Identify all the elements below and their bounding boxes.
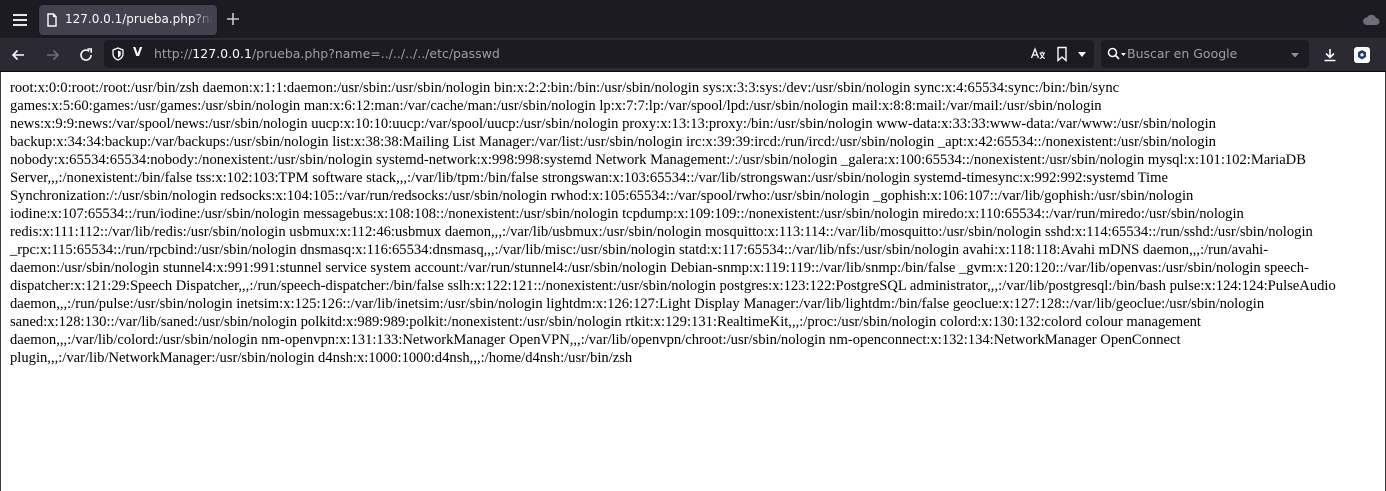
arrow-right-icon[interactable] [39,42,67,68]
search-input[interactable]: Buscar en Google [1127,46,1237,61]
chevron-down-icon[interactable] [1289,48,1301,60]
plus-icon[interactable] [222,8,244,30]
tab-title: 127.0.0.1/prueba.php?name=../../../../et… [65,12,213,26]
navigation-toolbar: V http://127.0.0.1/prueba.php?name=../..… [0,38,1386,72]
tab-active[interactable]: 127.0.0.1/prueba.php?name=../../../../et… [39,5,217,35]
url-host: 127.0.0.1 [192,46,252,61]
search-bar[interactable]: Buscar en Google [1101,40,1309,68]
passwd-line: games:x:5:60:games:/usr/games:/usr/sbin/… [10,98,1102,114]
tab-bar: 127.0.0.1/prueba.php?name=../../../../et… [0,0,1386,38]
chevron-down-icon[interactable] [1075,46,1089,62]
passwd-line: stunnel4:x:991:991:stunnel service syste… [162,260,1309,276]
url-text[interactable]: http://127.0.0.1/prueba.php?name=../../.… [154,46,500,61]
url-scheme: http:// [154,46,193,61]
search-icon[interactable] [1107,47,1127,61]
translate-icon[interactable] [1030,46,1046,62]
url-path: /prueba.php?name=../../../../etc/passwd [251,46,500,61]
page-icon [45,13,59,27]
passwd-line: dispatcher:x:121:29:Speech Dispatcher,,,… [10,278,1166,294]
arrow-left-icon[interactable] [4,42,32,68]
download-icon[interactable] [1316,42,1344,68]
extension-icon[interactable] [1348,42,1376,68]
cloud-icon[interactable] [1360,9,1382,31]
passwd-file-text: root:x:0:0:root:/root:/usr/bin/zsh daemo… [10,79,1378,367]
passwd-line: nobody:x:65534:65534:nobody:/nonexistent… [10,152,1145,168]
reload-icon[interactable] [72,42,100,68]
site-info-icon[interactable]: V [133,45,142,59]
page-content: root:x:0:0:root:/root:/usr/bin/zsh daemo… [0,72,1386,491]
passwd-line: backup:x:34:34:backup:/var/backups:/usr/… [10,134,1216,150]
shield-icon[interactable] [111,47,125,61]
passwd-line: news:x:9:9:news:/var/spool/news:/usr/sbi… [10,116,1216,132]
passwd-line: root:x:0:0:root:/root:/usr/bin/zsh daemo… [10,80,1120,96]
address-bar[interactable]: V http://127.0.0.1/prueba.php?name=../..… [104,40,1094,68]
hamburger-menu-icon[interactable] [6,6,34,34]
bookmark-icon[interactable] [1055,46,1069,63]
